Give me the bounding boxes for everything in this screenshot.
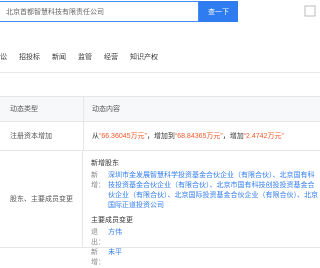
change-table: 动态类型 动态内容 注册资本增加 从 “66.36045万元” ，增加到 “68… xyxy=(0,96,320,266)
type-shareholder-change: 股东、主要成员变更 xyxy=(0,151,83,247)
grid-icon[interactable] xyxy=(302,3,318,19)
exit-label: 退出： xyxy=(91,229,105,246)
header-type: 动态类型 xyxy=(0,97,84,121)
table-row: 注册资本增加 从 “66.36045万元” ，增加到 “68.84365万元” … xyxy=(0,122,320,151)
tab-news[interactable]: 新闻 xyxy=(52,52,66,66)
tab-operation[interactable]: 经营 xyxy=(104,52,118,66)
search-button[interactable]: 查一下 xyxy=(199,1,238,22)
tab-bidding[interactable]: 招投标 xyxy=(19,52,40,66)
member-new: 新增： 未平 xyxy=(91,248,320,268)
exit-name-link[interactable]: 方伟 xyxy=(108,228,122,248)
header-content: 动态内容 xyxy=(92,106,120,113)
type-registered-capital: 注册资本增加 xyxy=(0,122,84,150)
tab-litigation[interactable]: 讼 xyxy=(0,52,7,66)
new-prefix: 新增： xyxy=(91,172,105,189)
members-change-title: 主要成员变更 xyxy=(91,217,133,224)
search-input-value: 北京首都智慧科技有限责任公司 xyxy=(6,8,104,16)
content-registered-capital: 从 “66.36045万元” ，增加到 “68.84365万元” ，增加 “2.… xyxy=(84,122,320,150)
to-value: “68.84365万元” xyxy=(174,133,223,140)
new-name-link[interactable]: 未平 xyxy=(108,248,122,268)
new-label: 新增： xyxy=(91,249,105,266)
tab-regulation[interactable]: 监管 xyxy=(78,52,92,66)
add-prefix: ，增加到 xyxy=(146,133,175,140)
content-shareholder-change: 新增股东 新增： 深圳市金发展智慧科学投资基金合伙企业（有限合伙）、北京国有科技… xyxy=(83,151,320,266)
member-exit: 退出： 方伟 xyxy=(91,228,320,248)
search-input[interactable]: 北京首都智慧科技有限责任公司 xyxy=(0,1,199,22)
inc-prefix: ，增加 xyxy=(222,133,244,140)
new-shareholders-line: 新增： 深圳市金发展智慧科学投资基金合伙企业（有限合伙）、北京国有科技投资基金合… xyxy=(91,171,320,211)
new-shareholders-title: 新增股东 xyxy=(91,160,119,167)
inc-value: “2.4742万元” xyxy=(243,133,284,140)
tab-divider xyxy=(0,72,320,73)
tab-ip[interactable]: 知识产权 xyxy=(130,52,158,66)
table-header-row: 动态类型 动态内容 xyxy=(0,97,320,122)
tab-bar: 讼 招投标 新闻 监管 经营 知识产权 xyxy=(0,52,320,66)
from-value: “66.36045万元” xyxy=(99,133,147,140)
from-prefix: 从 xyxy=(92,133,99,140)
table-row: 股东、主要成员变更 新增股东 新增： 深圳市金发展智慧科学投资基金合伙企业（有限… xyxy=(0,151,320,266)
top-bar: 北京首都智慧科技有限责任公司 查一下 xyxy=(0,0,320,24)
new-shareholders-list[interactable]: 深圳市金发展智慧科学投资基金合伙企业（有限合伙）、北京国有科技投资基金合伙企业（… xyxy=(108,171,320,211)
